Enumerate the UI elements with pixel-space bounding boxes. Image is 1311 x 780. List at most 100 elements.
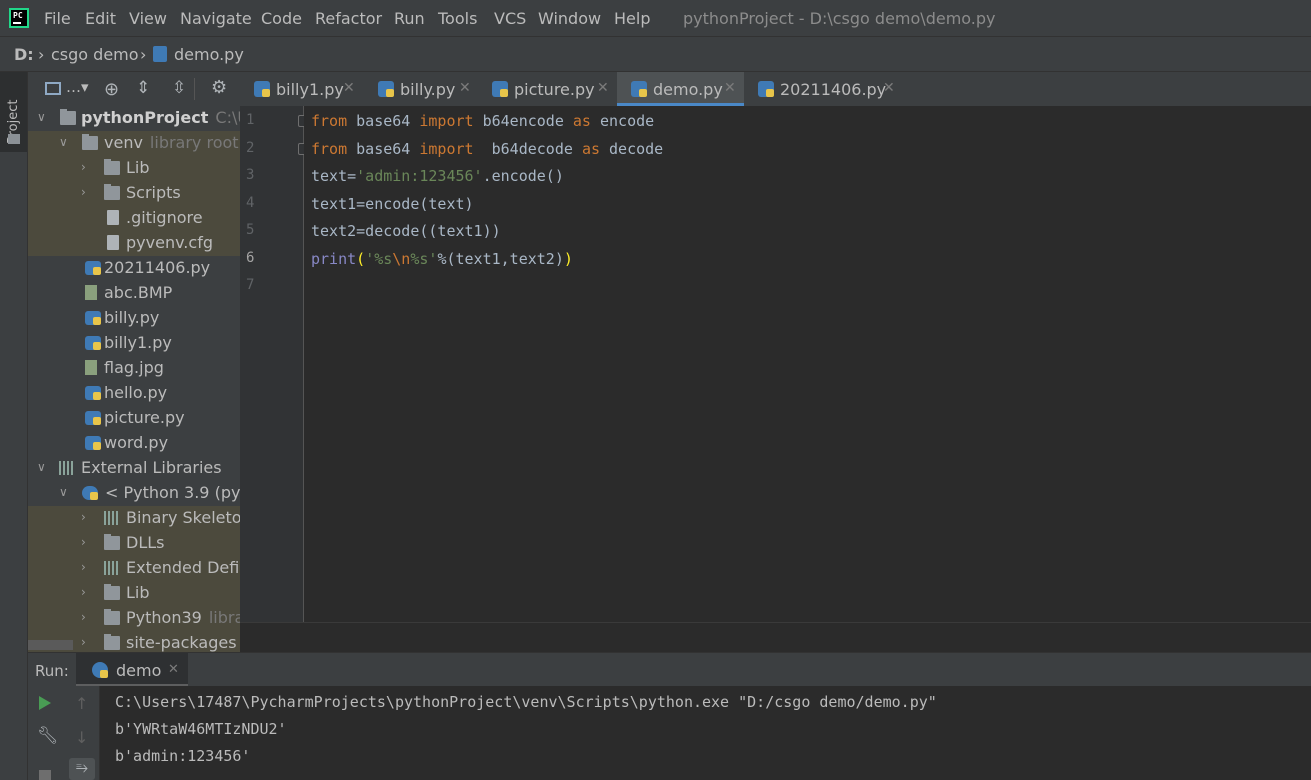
- menu-edit[interactable]: Edit: [85, 9, 116, 28]
- code-line[interactable]: text='admin:123456'.encode(): [311, 167, 564, 185]
- chevron-down-icon[interactable]: ∨: [37, 110, 46, 124]
- chevron-right-icon[interactable]: ›: [81, 610, 86, 624]
- python-icon: [92, 662, 108, 678]
- tree-root[interactable]: ∨ pythonProjectC:\Use: [28, 106, 240, 131]
- breadcrumb-folder[interactable]: csgo demo: [51, 45, 139, 64]
- tree-item-file[interactable]: 20211406.py: [28, 256, 240, 281]
- arrow-down-icon[interactable]: ↓: [75, 728, 88, 747]
- locate-icon[interactable]: ⊕: [104, 79, 119, 100]
- chevron-right-icon[interactable]: ›: [81, 160, 86, 174]
- python-file-icon: [758, 81, 774, 97]
- project-tree: ∨ pythonProjectC:\Use ∨ venvlibrary root…: [28, 106, 240, 652]
- breadcrumb-file[interactable]: demo.py: [174, 45, 244, 64]
- breadcrumb-drive[interactable]: D:: [14, 45, 34, 64]
- code-line[interactable]: text1=encode(text): [311, 195, 474, 213]
- menu-code[interactable]: Code: [261, 9, 302, 28]
- tree-item-file[interactable]: hello.py: [28, 381, 240, 406]
- tree-item-label: Extended Defini: [126, 558, 240, 577]
- tree-item-lib[interactable]: › Lib: [28, 581, 240, 606]
- menu-view[interactable]: View: [129, 9, 167, 28]
- chevron-right-icon[interactable]: ›: [81, 585, 86, 599]
- console-line: b'admin:123456': [115, 747, 251, 765]
- chevron-down-icon[interactable]: ∨: [59, 485, 68, 499]
- menu-navigate[interactable]: Navigate: [180, 9, 252, 28]
- code-line[interactable]: from base64 import b64encode as encode: [311, 112, 654, 130]
- code-line[interactable]: from base64 import b64decode as decode: [311, 140, 663, 158]
- line-number: 6: [246, 250, 255, 266]
- tree-item-label: External Libraries: [81, 458, 222, 477]
- tree-item-extended-definitions[interactable]: › Extended Defini: [28, 556, 240, 581]
- tab-demo[interactable]: demo.py ✕: [617, 72, 744, 106]
- tab-picture[interactable]: picture.py ✕: [478, 72, 616, 105]
- project-view-icon[interactable]: [45, 82, 61, 95]
- navigation-bar: D: › csgo demo › demo.py: [0, 37, 1311, 72]
- chevron-right-icon[interactable]: ›: [81, 510, 86, 524]
- tab-20211406[interactable]: 20211406.py ✕: [744, 72, 895, 105]
- tree-item-lib[interactable]: › Lib: [28, 156, 240, 181]
- close-icon[interactable]: ✕: [724, 80, 736, 96]
- tree-item-python39[interactable]: › Python39librar: [28, 606, 240, 631]
- code-token: b64encode: [473, 112, 573, 130]
- run-console[interactable]: C:\Users\17487\PycharmProjects\pythonPro…: [100, 686, 1311, 780]
- menu-run[interactable]: Run: [394, 9, 425, 28]
- tree-item-scripts[interactable]: › Scripts: [28, 181, 240, 206]
- code-editor[interactable]: from base64 import b64encode as encode fr…: [304, 106, 1311, 622]
- arrow-up-icon[interactable]: ↑: [75, 694, 88, 713]
- menu-tools[interactable]: Tools: [438, 9, 477, 28]
- collapse-all-icon[interactable]: ⇳: [172, 78, 186, 98]
- menu-window[interactable]: Window: [538, 9, 601, 28]
- gear-icon[interactable]: ⚙: [211, 77, 227, 98]
- tab-run-demo[interactable]: demo ✕: [76, 653, 188, 687]
- tree-item-label: DLLs: [126, 533, 165, 552]
- chevron-right-icon[interactable]: ›: [81, 535, 86, 549]
- chevron-down-icon[interactable]: ∨: [59, 135, 68, 149]
- tree-item-dlls[interactable]: › DLLs: [28, 531, 240, 556]
- tab-billy[interactable]: billy.py ✕: [364, 72, 480, 105]
- tree-item-python-sdk[interactable]: ∨ < Python 3.9 (pyth: [28, 481, 240, 506]
- run-config-label: demo: [116, 661, 162, 680]
- stop-icon[interactable]: [39, 770, 51, 780]
- expand-all-icon[interactable]: ⇕: [136, 78, 150, 98]
- tree-item-file[interactable]: picture.py: [28, 406, 240, 431]
- tree-item-gitignore[interactable]: .gitignore: [28, 206, 240, 231]
- menu-help[interactable]: Help: [614, 9, 650, 28]
- run-panel-title: Run:: [35, 662, 69, 680]
- tree-item-pyvenv[interactable]: pyvenv.cfg: [28, 231, 240, 256]
- tree-item-binary-skeletons[interactable]: › Binary Skeleton: [28, 506, 240, 531]
- folder-icon: [104, 159, 120, 175]
- menu-refactor[interactable]: Refactor: [315, 9, 382, 28]
- tree-item-file[interactable]: billy1.py: [28, 331, 240, 356]
- menu-file[interactable]: File: [44, 9, 71, 28]
- close-icon[interactable]: ✕: [883, 80, 895, 96]
- menu-vcs[interactable]: VCS: [494, 9, 526, 28]
- close-icon[interactable]: ✕: [459, 80, 471, 96]
- chevron-right-icon[interactable]: ›: [81, 635, 86, 649]
- project-tool-tab[interactable]: Project: [0, 72, 27, 152]
- rerun-icon[interactable]: [39, 696, 51, 710]
- close-icon[interactable]: ✕: [343, 80, 355, 96]
- tree-item-venv[interactable]: ∨ venv library root: [28, 131, 240, 156]
- wrench-icon[interactable]: 🔧︎: [37, 726, 59, 746]
- close-icon[interactable]: ✕: [168, 662, 179, 677]
- chevron-right-icon[interactable]: ›: [81, 560, 86, 574]
- tree-item-label: site-packages: [126, 633, 237, 652]
- close-icon[interactable]: ✕: [597, 80, 609, 96]
- tree-item-label: flag.jpg: [104, 358, 164, 377]
- soft-wrap-icon[interactable]: ⥱: [69, 758, 95, 780]
- view-dropdown-icon[interactable]: …▾: [66, 78, 89, 96]
- tree-item-venv-label: venv library root: [104, 133, 239, 152]
- horizontal-scrollbar[interactable]: [28, 640, 73, 650]
- code-token: encode: [590, 112, 655, 130]
- tree-item-external-libraries[interactable]: ∨ External Libraries: [28, 456, 240, 481]
- tree-item-file[interactable]: flag.jpg: [28, 356, 240, 381]
- code-line[interactable]: text2=decode((text1)): [311, 222, 501, 240]
- tab-billy1[interactable]: billy1.py ✕: [240, 72, 366, 105]
- tree-item-label: Python39librar: [126, 608, 240, 627]
- tree-item-file[interactable]: word.py: [28, 431, 240, 456]
- chevron-down-icon[interactable]: ∨: [37, 460, 46, 474]
- code-token: as: [581, 140, 600, 158]
- chevron-right-icon[interactable]: ›: [81, 185, 86, 199]
- code-line[interactable]: print('%s\n%s'%(text1,text2)): [311, 250, 573, 268]
- tree-item-file[interactable]: abc.BMP: [28, 281, 240, 306]
- tree-item-file[interactable]: billy.py: [28, 306, 240, 331]
